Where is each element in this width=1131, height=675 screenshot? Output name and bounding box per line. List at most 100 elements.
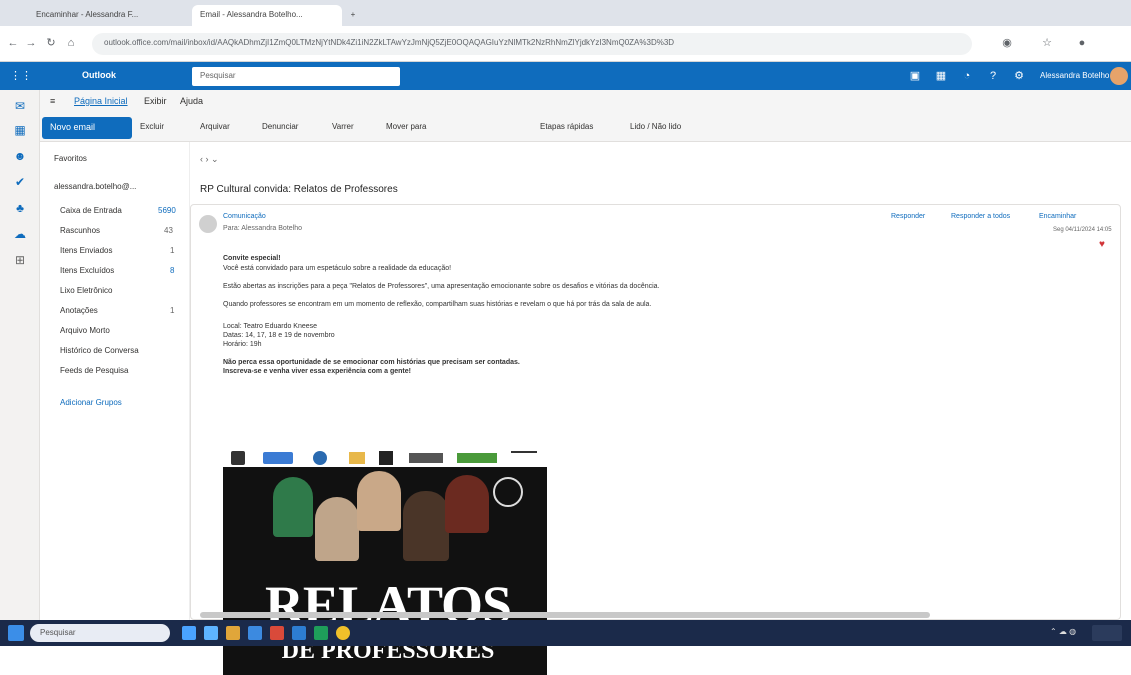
heart-icon[interactable]: ♥ — [1099, 239, 1105, 250]
new-tab-icon[interactable]: + — [346, 5, 360, 26]
message-subject: RP Cultural convida: Relatos de Professo… — [200, 184, 398, 195]
message-date: Seg 04/11/2024 14:05 — [1053, 227, 1112, 233]
folder-conversation-history[interactable]: Histórico de Conversa — [60, 346, 139, 355]
reload-icon[interactable]: ↻ — [44, 36, 58, 50]
report-button[interactable]: Denunciar — [262, 122, 298, 131]
folder-archive[interactable]: Arquivo Morto — [60, 326, 110, 335]
calendar-icon[interactable]: ▦ — [934, 69, 948, 83]
calendar-rail-icon[interactable]: ▦ — [12, 122, 28, 138]
apps-icon[interactable]: ⊞ — [12, 252, 28, 268]
widgets-icon[interactable] — [204, 626, 218, 640]
award-seal — [493, 477, 523, 507]
folder-drafts[interactable]: Rascunhos — [60, 226, 100, 235]
new-mail-button[interactable]: Novo email — [42, 117, 132, 139]
logo-icon — [231, 451, 245, 465]
sweep-button[interactable]: Varrer — [332, 122, 354, 131]
reply-button[interactable]: Responder — [891, 213, 925, 220]
browser-tab-active[interactable]: Email - Alessandra Botelho... — [192, 5, 342, 26]
taskbar: Pesquisar ⌃ ☁ ◍ — [0, 620, 1131, 646]
tab-help[interactable]: Ajuda — [180, 96, 203, 106]
quick-steps-button[interactable]: Etapas rápidas — [540, 122, 593, 131]
groups-icon[interactable]: ♣ — [12, 200, 28, 216]
message-card: Comunicação Para: Alessandra Botelho Res… — [190, 204, 1121, 675]
body-line: Datas: 14, 17, 18 e 19 de novembro — [223, 332, 335, 339]
archive-button[interactable]: Arquivar — [200, 122, 230, 131]
search-input[interactable]: Pesquisar — [192, 67, 400, 86]
pager-icon[interactable]: ‹ › ⌄ — [200, 154, 219, 165]
chrome-icon[interactable] — [336, 626, 350, 640]
taskbar-search[interactable]: Pesquisar — [30, 624, 170, 642]
bookmark-icon[interactable]: ☆ — [1040, 36, 1054, 50]
back-icon[interactable]: ← — [6, 36, 20, 50]
file-explorer-icon[interactable] — [226, 626, 240, 640]
folder-deleted[interactable]: Itens Excluídos — [60, 266, 114, 275]
avatar[interactable] — [1110, 67, 1128, 85]
todo-icon[interactable]: ✔ — [12, 174, 28, 190]
folder-count: 8 — [170, 266, 175, 275]
logo-icon — [263, 452, 293, 464]
edge-icon[interactable] — [292, 626, 306, 640]
profile-icon[interactable]: ● — [1075, 36, 1089, 50]
sender-avatar — [199, 215, 217, 233]
start-icon[interactable] — [8, 625, 24, 641]
favorites-header[interactable]: Favoritos — [54, 154, 87, 163]
hamburger-icon[interactable]: ≡ — [50, 96, 55, 106]
forward-button[interactable]: Encaminhar — [1039, 213, 1076, 220]
read-unread-button[interactable]: Lido / Não lido — [630, 122, 681, 131]
system-tray-icon[interactable]: ⌃ ☁ ◍ — [1050, 627, 1076, 636]
browser-address-bar: ← → ↻ ⌂ outlook.office.com/mail/inbox/id… — [0, 26, 1131, 62]
body-line: Estão abertas as inscrições para a peça … — [223, 283, 660, 290]
app-rail: ✉ ▦ ☻ ✔ ♣ ☁ ⊞ — [0, 90, 40, 620]
folder-count: 1 — [170, 246, 175, 255]
extension-icon[interactable]: ◉ — [1000, 36, 1014, 50]
store-icon[interactable] — [248, 626, 262, 640]
mail-app-icon[interactable] — [270, 626, 284, 640]
logo-icon — [313, 451, 327, 465]
forward-icon[interactable]: → — [24, 36, 38, 50]
tab-view[interactable]: Exibir — [144, 96, 167, 106]
app-name: Outlook — [82, 70, 116, 80]
browser-tab[interactable]: Encaminhar - Alessandra F... — [28, 5, 188, 26]
body-line: Convite especial! — [223, 255, 281, 262]
folder-rss[interactable]: Feeds de Pesquisa — [60, 366, 129, 375]
tab-home[interactable]: Página Inicial — [74, 96, 128, 106]
reply-all-button[interactable]: Responder a todos — [951, 213, 1010, 220]
poster-figure — [315, 497, 359, 561]
logo-icon — [349, 452, 365, 464]
horizontal-scrollbar[interactable] — [200, 612, 930, 618]
account-header[interactable]: alessandra.botelho@... — [54, 182, 136, 191]
clock[interactable] — [1092, 625, 1122, 641]
sender-name[interactable]: Comunicação — [223, 213, 266, 220]
body-line: Local: Teatro Eduardo Kneese — [223, 323, 318, 330]
chat-icon[interactable]: ▣ — [908, 69, 922, 83]
home-icon[interactable]: ⌂ — [64, 36, 78, 50]
task-view-icon[interactable] — [182, 626, 196, 640]
recipient-line: Para: Alessandra Botelho — [223, 225, 302, 232]
logo-icon — [511, 451, 537, 465]
folder-junk[interactable]: Lixo Eletrônico — [60, 286, 112, 295]
poster-figure — [403, 491, 449, 561]
move-to-button[interactable]: Mover para — [386, 122, 426, 131]
folder-pane: Favoritos alessandra.botelho@... Caixa d… — [40, 142, 190, 620]
people-icon[interactable]: ☻ — [12, 148, 28, 164]
help-icon[interactable]: ? — [986, 69, 1000, 83]
body-line: Horário: 19h — [223, 341, 262, 348]
ribbon-tabs: ≡ Página Inicial Exibir Ajuda — [40, 90, 1131, 114]
add-groups-link[interactable]: Adicionar Grupos — [60, 398, 122, 407]
logo-icon — [379, 451, 393, 465]
browser-tab-bar: Encaminhar - Alessandra F... Email - Ale… — [0, 0, 1131, 26]
folder-inbox[interactable]: Caixa de Entrada — [60, 206, 122, 215]
bell-icon[interactable]: ◔ — [960, 69, 974, 83]
folder-sent[interactable]: Itens Enviados — [60, 246, 112, 255]
url-field[interactable]: outlook.office.com/mail/inbox/id/AAQkADh… — [92, 33, 972, 55]
body-line: Você está convidado para um espetáculo s… — [223, 265, 452, 272]
sponsor-logos — [223, 449, 547, 467]
app-launcher-icon[interactable]: ⋮⋮ — [10, 69, 32, 83]
gear-icon[interactable]: ⚙ — [1012, 69, 1026, 83]
teams-icon[interactable] — [314, 626, 328, 640]
logo-icon — [457, 453, 497, 463]
onedrive-icon[interactable]: ☁ — [12, 226, 28, 242]
mail-icon[interactable]: ✉ — [12, 98, 28, 114]
folder-notes[interactable]: Anotações — [60, 306, 98, 315]
delete-button[interactable]: Excluir — [140, 122, 164, 131]
